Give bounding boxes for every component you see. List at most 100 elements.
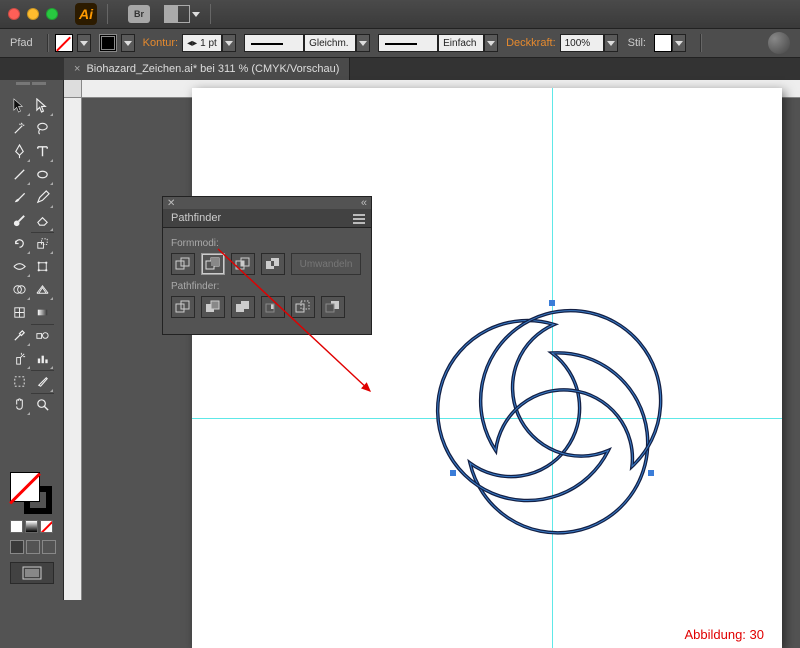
brush-selector[interactable] xyxy=(378,34,438,52)
shape-builder-tool[interactable] xyxy=(8,278,31,301)
symbol-sprayer-tool[interactable] xyxy=(8,347,31,370)
fill-indicator[interactable] xyxy=(10,472,40,502)
workspace-layout-button[interactable] xyxy=(164,5,190,23)
lasso-tool[interactable] xyxy=(31,117,54,140)
color-button[interactable] xyxy=(10,520,23,533)
none-button[interactable] xyxy=(40,520,53,533)
mesh-tool[interactable] xyxy=(8,301,31,324)
draw-inside-button[interactable] xyxy=(42,540,56,554)
blend-tool[interactable] xyxy=(31,324,54,347)
graphic-style-dropdown[interactable] xyxy=(672,34,686,52)
vertical-ruler[interactable] xyxy=(64,98,82,600)
stroke-profile-selector[interactable] xyxy=(244,34,304,52)
close-icon[interactable]: ✕ xyxy=(167,198,175,209)
slice-tool[interactable] xyxy=(31,370,54,393)
ellipse-tool[interactable] xyxy=(31,163,54,186)
fill-dropdown[interactable] xyxy=(77,34,91,52)
brush-dropdown[interactable] xyxy=(484,34,498,52)
divide-button[interactable] xyxy=(171,296,195,318)
brush-label: Einfach xyxy=(438,34,484,52)
draw-mode-row xyxy=(10,540,56,554)
app-logo: Ai xyxy=(75,3,97,25)
trim-button[interactable] xyxy=(201,296,225,318)
eyedropper-tool[interactable] xyxy=(8,324,31,347)
document-tabs: × Biohazard_Zeichen.ai* bei 311 % (CMYK/… xyxy=(0,58,800,80)
separator xyxy=(107,4,108,24)
collapse-icon[interactable]: « xyxy=(361,197,367,209)
direct-selection-tool[interactable] xyxy=(31,94,54,117)
document-title: Biohazard_Zeichen.ai* bei 311 % (CMYK/Vo… xyxy=(86,63,339,75)
artboard-tool[interactable] xyxy=(8,370,31,393)
object-type-label: Pfad xyxy=(10,37,33,49)
ruler-origin[interactable] xyxy=(64,80,82,98)
rotate-tool[interactable] xyxy=(8,232,31,255)
line-tool[interactable] xyxy=(8,163,31,186)
stroke-profile-dropdown[interactable] xyxy=(356,34,370,52)
magic-wand-tool[interactable] xyxy=(8,117,31,140)
outline-button[interactable] xyxy=(291,296,315,318)
pathfinder-ops-label: Pathfinder: xyxy=(171,281,363,292)
hand-tool[interactable] xyxy=(8,393,31,416)
gradient-tool[interactable] xyxy=(31,301,54,324)
crop-button[interactable] xyxy=(261,296,285,318)
stroke-weight-dropdown[interactable] xyxy=(222,34,236,52)
recolor-artwork-button[interactable] xyxy=(768,32,790,54)
stroke-weight-input[interactable]: ◂▸1 pt xyxy=(182,34,222,52)
type-tool[interactable] xyxy=(31,140,54,163)
panel-menu-icon[interactable] xyxy=(353,214,365,224)
style-label: Stil: xyxy=(628,37,646,49)
opacity-input[interactable]: 100% xyxy=(560,34,604,52)
artboard[interactable]: Abbildung: 30 xyxy=(192,88,782,648)
close-icon[interactable]: × xyxy=(74,63,80,75)
figure-caption: Abbildung: 30 xyxy=(684,627,764,642)
window-titlebar: Ai Br xyxy=(0,0,800,28)
pen-tool[interactable] xyxy=(8,140,31,163)
gradient-button[interactable] xyxy=(25,520,38,533)
panel-grip[interactable] xyxy=(8,82,54,92)
fill-stroke-indicator[interactable] xyxy=(10,472,52,514)
opacity-label[interactable]: Deckkraft: xyxy=(506,37,556,49)
selection-tool[interactable] xyxy=(8,94,31,117)
shape-modes-label: Formmodi: xyxy=(171,238,363,249)
artwork-biohazard[interactable] xyxy=(352,218,752,618)
canvas[interactable]: Abbildung: 30 xyxy=(82,98,800,600)
fill-swatch[interactable] xyxy=(55,34,73,52)
draw-behind-button[interactable] xyxy=(26,540,40,554)
stroke-dropdown[interactable] xyxy=(121,34,135,52)
minimize-window-button[interactable] xyxy=(27,8,39,20)
pathfinder-panel[interactable]: ✕ « Pathfinder Formmodi: Umwandeln Pathf… xyxy=(162,196,372,335)
expand-button[interactable]: Umwandeln xyxy=(291,253,361,275)
minus-front-button[interactable] xyxy=(201,253,225,275)
panel-title: Pathfinder xyxy=(171,212,221,224)
bridge-button[interactable]: Br xyxy=(128,5,150,23)
pencil-tool[interactable] xyxy=(31,186,54,209)
merge-button[interactable] xyxy=(231,296,255,318)
blob-brush-tool[interactable] xyxy=(8,209,31,232)
opacity-dropdown[interactable] xyxy=(604,34,618,52)
close-window-button[interactable] xyxy=(8,8,20,20)
zoom-window-button[interactable] xyxy=(46,8,58,20)
minus-back-button[interactable] xyxy=(321,296,345,318)
exclude-button[interactable] xyxy=(261,253,285,275)
intersect-button[interactable] xyxy=(231,253,255,275)
eraser-tool[interactable] xyxy=(31,209,54,232)
unite-button[interactable] xyxy=(171,253,195,275)
separator xyxy=(210,4,211,24)
control-bar: Pfad Kontur: ◂▸1 pt Gleichm. Einfach Dec… xyxy=(0,28,800,58)
width-tool[interactable] xyxy=(8,255,31,278)
graphic-style-swatch[interactable] xyxy=(654,34,672,52)
panel-header[interactable]: ✕ « xyxy=(163,197,371,209)
free-transform-tool[interactable] xyxy=(31,255,54,278)
scale-tool[interactable] xyxy=(31,232,54,255)
stroke-swatch[interactable] xyxy=(99,34,117,52)
column-graph-tool[interactable] xyxy=(31,347,54,370)
stroke-profile-label: Gleichm. xyxy=(304,34,356,52)
zoom-tool[interactable] xyxy=(31,393,54,416)
panel-tab[interactable]: Pathfinder xyxy=(163,209,371,228)
paintbrush-tool[interactable] xyxy=(8,186,31,209)
stroke-label[interactable]: Kontur: xyxy=(143,37,178,49)
draw-normal-button[interactable] xyxy=(10,540,24,554)
document-tab[interactable]: × Biohazard_Zeichen.ai* bei 311 % (CMYK/… xyxy=(64,58,350,80)
screen-mode-button[interactable] xyxy=(10,562,54,584)
perspective-grid-tool[interactable] xyxy=(31,278,54,301)
